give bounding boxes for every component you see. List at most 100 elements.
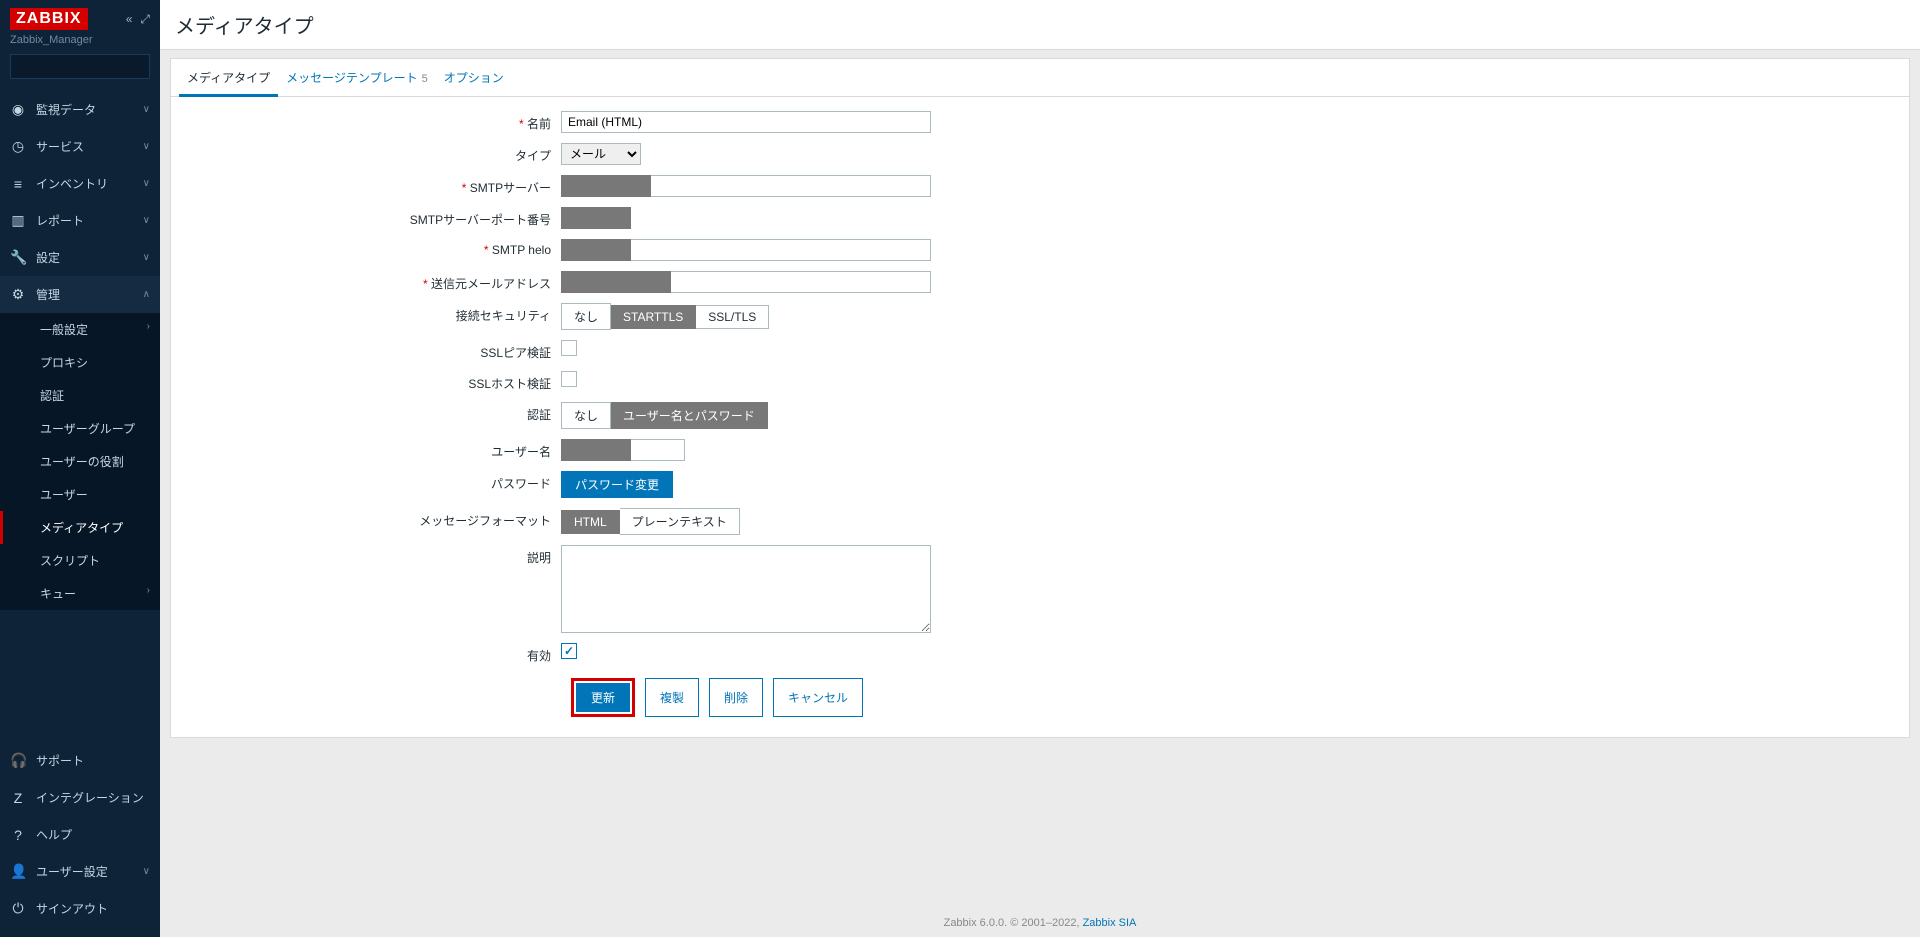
row-smtp-port: SMTPサーバーポート番号 (181, 207, 1899, 229)
foot-integrations[interactable]: Zインテグレーション (0, 779, 160, 816)
label-auth: 認証 (181, 402, 561, 423)
chevron-down-icon: ∨ (143, 141, 150, 152)
tab-mediatype[interactable]: メディアタイプ (179, 59, 278, 96)
label-description: 説明 (181, 545, 561, 566)
foot-label: サポート (36, 752, 84, 769)
tab-label: メッセージテンプレート (286, 71, 417, 85)
nav-reports[interactable]: ▥ レポート ∨ (0, 202, 160, 239)
nav-services[interactable]: ◷ サービス ∨ (0, 128, 160, 165)
smtp-email-masked[interactable] (561, 271, 671, 293)
ssl-host-checkbox[interactable] (561, 371, 577, 387)
seg-conn-none[interactable]: なし (561, 303, 611, 330)
gear-icon: ⚙ (10, 286, 26, 303)
label-ssl-host: SSLホスト検証 (181, 371, 561, 392)
sidebar-footer: 🎧 サポート Zインテグレーション ? ヘルプ 👤ユーザー設定∨ ⏻ サインアウト (0, 742, 160, 937)
nav-monitoring[interactable]: ◉ 監視データ ∨ (0, 91, 160, 128)
sub-label: キュー (40, 587, 76, 601)
sub-usergroups[interactable]: ユーザーグループ (0, 412, 160, 445)
description-textarea[interactable] (561, 545, 931, 633)
chart-icon: ▥ (10, 212, 26, 229)
sub-users[interactable]: ユーザー (0, 478, 160, 511)
sidebar-header: ZABBIX « ⤢ (0, 0, 160, 34)
tab-count: 5 (422, 73, 428, 85)
chevron-right-icon: › (147, 321, 150, 332)
smtp-helo-masked[interactable] (561, 239, 631, 261)
user-icon: 👤 (10, 863, 26, 880)
main: メディアタイプ メディアタイプ メッセージテンプレート5 オプション * 名前 (160, 0, 1920, 937)
footer-text: Zabbix 6.0.0. © 2001–2022, Zabbix SIA (160, 897, 1920, 937)
row-ssl-peer: SSLピア検証 (181, 340, 1899, 361)
row-auth: 認証 なし ユーザー名とパスワード (181, 402, 1899, 429)
submenu-administration: 一般設定› プロキシ 認証 ユーザーグループ ユーザーの役割 ユーザー メディア… (0, 313, 160, 610)
chevron-down-icon: ∨ (143, 866, 150, 877)
clock-icon: ◷ (10, 138, 26, 155)
footer-link[interactable]: Zabbix SIA (1083, 917, 1137, 929)
enabled-checkbox[interactable] (561, 643, 577, 659)
sub-scripts[interactable]: スクリプト (0, 544, 160, 577)
chevron-down-icon: ∨ (143, 252, 150, 263)
chevron-down-icon: ∨ (143, 104, 150, 115)
sub-authentication[interactable]: 認証 (0, 379, 160, 412)
chevron-right-icon: › (147, 585, 150, 596)
sidebar: ZABBIX « ⤢ Zabbix_Manager 🔍 ◉ 監視データ ∨ ◷ … (0, 0, 160, 937)
seg-format-plain[interactable]: プレーンテキスト (620, 508, 740, 535)
update-button[interactable]: 更新 (576, 683, 630, 712)
foot-usersettings[interactable]: 👤ユーザー設定∨ (0, 853, 160, 890)
row-enabled: 有効 (181, 643, 1899, 664)
smtp-server-masked[interactable] (561, 175, 651, 197)
search-box[interactable]: 🔍 (10, 54, 150, 79)
tab-templates[interactable]: メッセージテンプレート 5 (278, 59, 436, 96)
page-title: メディアタイプ (175, 10, 1905, 39)
sub-userroles[interactable]: ユーザーの役割 (0, 445, 160, 478)
smtp-email-input[interactable] (671, 271, 931, 293)
expand-icon[interactable]: ⤢ (140, 12, 150, 27)
foot-label: インテグレーション (36, 789, 144, 806)
delete-button[interactable]: 削除 (709, 678, 763, 717)
nav-label: 監視データ (36, 101, 96, 118)
collapse-icon[interactable]: « (126, 12, 133, 27)
seg-format-html[interactable]: HTML (561, 510, 620, 534)
username-input[interactable] (631, 439, 685, 461)
row-type: タイプ メール (181, 143, 1899, 165)
smtp-port-input[interactable] (561, 207, 631, 229)
seg-auth-userpass[interactable]: ユーザー名とパスワード (611, 402, 768, 429)
type-select[interactable]: メール (561, 143, 641, 165)
question-icon: ? (10, 827, 26, 843)
seg-conn-starttls[interactable]: STARTTLS (611, 305, 696, 329)
name-input[interactable] (561, 111, 931, 133)
seg-conn-ssltls[interactable]: SSL/TLS (696, 305, 769, 329)
sub-queue[interactable]: キュー › (0, 577, 160, 610)
logo[interactable]: ZABBIX (10, 8, 88, 30)
wrench-icon: 🔧 (10, 249, 26, 266)
smtp-helo-input[interactable] (631, 239, 931, 261)
foot-signout[interactable]: ⏻ サインアウト (0, 890, 160, 927)
row-smtp-server: * SMTPサーバー (181, 175, 1899, 197)
seg-auth-none[interactable]: なし (561, 402, 611, 429)
foot-label: ヘルプ (36, 826, 72, 843)
nav-configuration[interactable]: 🔧 設定 ∨ (0, 239, 160, 276)
sub-mediatypes[interactable]: メディアタイプ (0, 511, 160, 544)
form: * 名前 タイプ メール * SMTPサーバー SMTPサーバーポート番号 (171, 97, 1909, 737)
headset-icon: 🎧 (10, 752, 26, 769)
eye-icon: ◉ (10, 101, 26, 118)
nav: ◉ 監視データ ∨ ◷ サービス ∨ ≡ インベントリ ∨ ▥ レポート ∨ 🔧 (0, 91, 160, 742)
tab-options[interactable]: オプション (436, 59, 512, 96)
footer-copyright: Zabbix 6.0.0. © 2001–2022, (944, 917, 1083, 929)
foot-help[interactable]: ? ヘルプ (0, 816, 160, 853)
cancel-button[interactable]: キャンセル (773, 678, 863, 717)
foot-support[interactable]: 🎧 サポート (0, 742, 160, 779)
smtp-server-input[interactable] (651, 175, 931, 197)
ssl-peer-checkbox[interactable] (561, 340, 577, 356)
site-name: Zabbix_Manager (0, 34, 160, 54)
nav-inventory[interactable]: ≡ インベントリ ∨ (0, 165, 160, 202)
password-change-button[interactable]: パスワード変更 (561, 471, 673, 498)
nav-administration[interactable]: ⚙ 管理 ∧ (0, 276, 160, 313)
row-smtp-email: * 送信元メールアドレス (181, 271, 1899, 293)
power-icon: ⏻ (10, 900, 26, 917)
foot-label: サインアウト (36, 900, 108, 917)
sub-general[interactable]: 一般設定› (0, 313, 160, 346)
username-masked[interactable] (561, 439, 631, 461)
label-conn-security: 接続セキュリティ (181, 303, 561, 324)
clone-button[interactable]: 複製 (645, 678, 699, 717)
sub-proxies[interactable]: プロキシ (0, 346, 160, 379)
